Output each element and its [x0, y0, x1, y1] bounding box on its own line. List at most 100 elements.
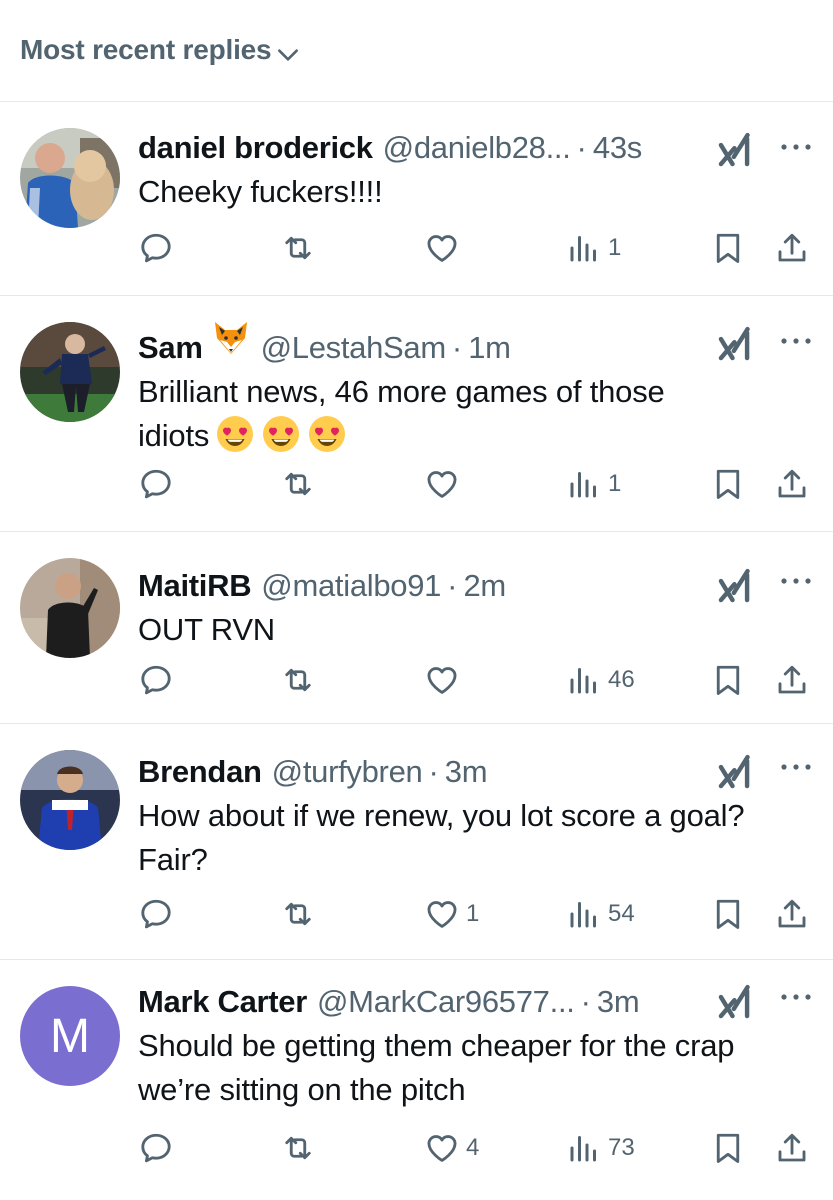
views-button[interactable]: 46 — [566, 660, 635, 700]
share-button[interactable] — [774, 894, 810, 934]
reply-button[interactable] — [138, 660, 174, 700]
action-bar: 1 — [138, 464, 813, 504]
user-handle[interactable]: @matialbo91 — [261, 566, 441, 606]
bookmark-icon — [710, 896, 746, 932]
bookmark-button[interactable] — [710, 1128, 746, 1168]
retweet-button[interactable] — [280, 464, 316, 504]
views-icon — [566, 662, 602, 698]
retweet-icon — [280, 230, 316, 266]
retweet-button[interactable] — [280, 894, 316, 934]
timestamp[interactable]: 1m — [468, 328, 511, 368]
reply-header: daniel broderick @danielb28... · 43s — [138, 128, 813, 168]
reply-icon — [138, 230, 174, 266]
avatar[interactable] — [20, 322, 120, 422]
more-options-icon[interactable] — [779, 334, 813, 348]
fox-emoji-icon — [211, 318, 251, 358]
like-button[interactable]: 4 — [424, 1128, 479, 1168]
retweet-button[interactable] — [280, 228, 316, 268]
action-bar: 4 73 — [138, 1128, 813, 1168]
share-button[interactable] — [774, 1128, 810, 1168]
reply-icon — [138, 896, 174, 932]
reply-text: How about if we renew, you lot score a g… — [138, 794, 813, 882]
avatar[interactable]: M — [20, 986, 120, 1086]
share-button[interactable] — [774, 464, 810, 504]
reply-icon — [138, 662, 174, 698]
display-name[interactable]: daniel broderick — [138, 128, 373, 168]
retweet-button[interactable] — [280, 1128, 316, 1168]
more-options-icon[interactable] — [779, 140, 813, 154]
bookmark-icon — [710, 466, 746, 502]
reply-item[interactable]: Brendan @turfybren · 3m How about if we … — [0, 724, 833, 960]
more-options-icon[interactable] — [779, 760, 813, 774]
display-name[interactable]: Brendan — [138, 752, 262, 792]
like-count: 1 — [466, 900, 480, 927]
views-button[interactable]: 1 — [566, 228, 621, 268]
reply-text-fragment: idiots — [138, 418, 210, 453]
reply-text: OUT RVN — [138, 612, 275, 647]
avatar[interactable] — [20, 128, 120, 228]
bookmark-button[interactable] — [710, 660, 746, 700]
reply-header: Sam @LestahSam · 1m — [138, 318, 813, 368]
reply-button[interactable] — [138, 464, 174, 504]
reply-item[interactable]: daniel broderick @danielb28... · 43s Che… — [0, 102, 833, 296]
retweet-icon — [280, 896, 316, 932]
like-button[interactable]: 1 — [424, 894, 479, 934]
reply-button[interactable] — [138, 228, 174, 268]
user-handle[interactable]: @turfybren — [272, 752, 423, 792]
action-bar: 1 — [138, 228, 813, 268]
avatar[interactable] — [20, 750, 120, 850]
reply-sort-header[interactable]: Most recent replies — [0, 0, 833, 102]
views-button[interactable]: 73 — [566, 1128, 635, 1168]
chevron-down-icon[interactable] — [275, 42, 301, 73]
like-button[interactable] — [424, 660, 466, 700]
display-name[interactable]: MaitiRB — [138, 566, 252, 606]
views-icon — [566, 466, 602, 502]
user-handle[interactable]: @MarkCar96577... — [317, 982, 575, 1022]
share-icon — [774, 230, 810, 266]
views-button[interactable]: 1 — [566, 464, 621, 504]
grok-icon[interactable] — [717, 566, 755, 604]
views-count: 73 — [608, 1134, 635, 1161]
retweet-button[interactable] — [280, 660, 316, 700]
heart-icon — [424, 466, 460, 502]
timestamp[interactable]: 3m — [597, 982, 640, 1022]
display-name[interactable]: Mark Carter — [138, 982, 307, 1022]
reply-item[interactable]: MaitiRB @matialbo91 · 2m OUT RVN 46 — [0, 532, 833, 724]
reply-item[interactable]: Sam @LestahSam · 1m Brilliant news, 46 m… — [0, 296, 833, 532]
grok-icon[interactable] — [717, 130, 755, 168]
more-options-icon[interactable] — [779, 990, 813, 1004]
share-button[interactable] — [774, 228, 810, 268]
timestamp[interactable]: 3m — [445, 752, 488, 792]
timestamp[interactable]: 2m — [463, 566, 506, 606]
share-icon — [774, 466, 810, 502]
display-name[interactable]: Sam — [138, 328, 203, 368]
grok-icon[interactable] — [717, 752, 755, 790]
bookmark-button[interactable] — [710, 464, 746, 504]
like-button[interactable] — [424, 228, 466, 268]
timestamp[interactable]: 43s — [593, 128, 642, 168]
views-button[interactable]: 54 — [566, 894, 635, 934]
share-button[interactable] — [774, 660, 810, 700]
heart-icon — [424, 662, 460, 698]
avatar[interactable] — [20, 558, 120, 658]
like-button[interactable] — [424, 464, 466, 504]
bookmark-button[interactable] — [710, 894, 746, 934]
reply-text-line: How about if we renew, you lot score a g… — [138, 798, 745, 833]
reply-icon — [138, 1130, 174, 1166]
more-options-icon[interactable] — [779, 574, 813, 588]
reply-header: Brendan @turfybren · 3m — [138, 752, 813, 792]
reply-button[interactable] — [138, 1128, 174, 1168]
bookmark-icon — [710, 1130, 746, 1166]
bookmark-button[interactable] — [710, 228, 746, 268]
reply-text: Brilliant news, 46 more games of those i… — [138, 370, 813, 458]
user-handle[interactable]: @danielb28... — [383, 128, 571, 168]
reply-sort-label[interactable]: Most recent replies — [20, 34, 272, 66]
user-handle[interactable]: @LestahSam — [261, 328, 447, 368]
retweet-icon — [280, 662, 316, 698]
share-icon — [774, 1130, 810, 1166]
reply-button[interactable] — [138, 894, 174, 934]
grok-icon[interactable] — [717, 982, 755, 1020]
grok-icon[interactable] — [717, 324, 755, 362]
reply-item[interactable]: M Mark Carter @MarkCar96577... · 3m Shou… — [0, 960, 833, 1198]
reply-icon — [138, 466, 174, 502]
